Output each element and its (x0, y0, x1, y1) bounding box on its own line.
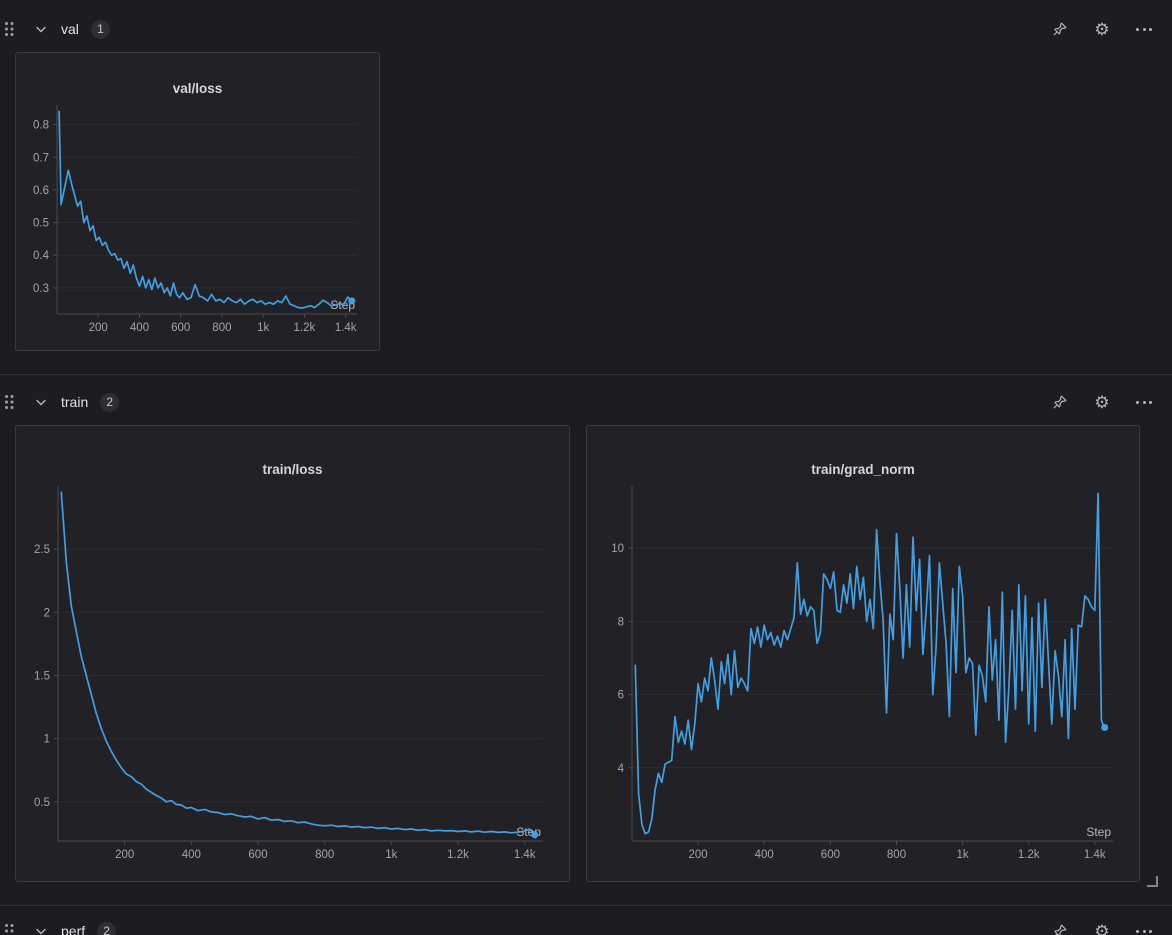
svg-text:200: 200 (89, 322, 108, 334)
svg-text:0.6: 0.6 (33, 185, 49, 197)
svg-text:1.2k: 1.2k (1018, 849, 1040, 861)
section-header-left: val 1 (5, 20, 110, 39)
svg-text:6: 6 (618, 690, 624, 702)
svg-text:4: 4 (618, 763, 625, 775)
pin-icon[interactable] (1051, 922, 1069, 935)
svg-text:2.5: 2.5 (34, 544, 50, 556)
svg-text:600: 600 (171, 322, 190, 334)
section-header-left: perf 2 (5, 922, 116, 935)
section-title-val: val (61, 21, 79, 37)
svg-text:8: 8 (618, 616, 624, 628)
chevron-down-icon[interactable] (35, 398, 47, 407)
section-header-actions: ⚙ (1051, 922, 1153, 935)
svg-text:1k: 1k (257, 322, 269, 334)
section-header-left: train 2 (5, 393, 119, 412)
svg-text:200: 200 (115, 849, 134, 861)
panel-val-loss[interactable]: val/loss 0.3 0.4 0.5 0.6 0.7 0.8 200 400 600 800 1… (15, 52, 380, 351)
chevron-down-icon[interactable] (35, 927, 47, 935)
gear-icon[interactable]: ⚙ (1093, 20, 1111, 38)
svg-text:600: 600 (821, 849, 840, 861)
drag-handle-icon[interactable] (5, 22, 14, 36)
svg-text:10: 10 (611, 543, 624, 555)
svg-text:1k: 1k (385, 849, 397, 861)
svg-text:1.2k: 1.2k (447, 849, 469, 861)
section-count-badge: 2 (100, 393, 119, 412)
gear-icon[interactable]: ⚙ (1093, 922, 1111, 935)
chart-title-train-grad-norm: train/grad_norm (587, 426, 1139, 480)
svg-text:400: 400 (182, 849, 201, 861)
section-header-perf: perf 2 ⚙ (0, 916, 1172, 935)
drag-handle-icon[interactable] (5, 924, 14, 935)
pin-icon[interactable] (1051, 393, 1069, 411)
svg-text:0.5: 0.5 (34, 797, 50, 809)
panel-train-loss[interactable]: train/loss 0.5 1 1.5 2 2.5 200 400 600 800 1k 1.2k… (15, 425, 570, 882)
section-title-train: train (61, 394, 88, 410)
svg-text:400: 400 (130, 322, 149, 334)
svg-text:800: 800 (315, 849, 334, 861)
svg-text:200: 200 (689, 849, 708, 861)
svg-text:0.3: 0.3 (33, 283, 49, 295)
gear-icon[interactable]: ⚙ (1093, 393, 1111, 411)
section-header-actions: ⚙ (1051, 20, 1153, 38)
svg-text:600: 600 (248, 849, 267, 861)
svg-text:1k: 1k (957, 849, 969, 861)
svg-text:1.5: 1.5 (34, 671, 50, 683)
svg-text:2: 2 (44, 607, 50, 619)
chevron-down-icon[interactable] (35, 25, 47, 34)
section-title-perf: perf (61, 923, 85, 935)
drag-handle-icon[interactable] (5, 395, 14, 409)
svg-text:0.5: 0.5 (33, 218, 49, 230)
svg-text:0.8: 0.8 (33, 120, 49, 132)
svg-text:400: 400 (755, 849, 774, 861)
section-divider (0, 374, 1172, 375)
chart-title-train-loss: train/loss (16, 426, 569, 480)
svg-text:1.4k: 1.4k (335, 322, 357, 334)
chart-train-loss: 0.511.522.52004006008001k1.2k1.4kStep (16, 480, 569, 881)
section-header-train: train 2 ⚙ (0, 387, 1172, 417)
chart-train-grad-norm: 4 6 8 10 200 400 600 800 1k 1.2k 1.4k Step (587, 480, 1139, 881)
svg-text:Step: Step (1086, 825, 1111, 839)
svg-text:1.2k: 1.2k (294, 322, 316, 334)
svg-text:0.4: 0.4 (33, 250, 50, 262)
ellipsis-icon[interactable] (1135, 20, 1153, 38)
section-count-badge: 1 (91, 20, 110, 39)
ellipsis-icon[interactable] (1135, 393, 1153, 411)
section-count-badge: 2 (97, 922, 116, 935)
section-header-actions: ⚙ (1051, 393, 1153, 411)
svg-text:800: 800 (212, 322, 231, 334)
section-divider (0, 905, 1172, 906)
section-resize-handle[interactable] (1147, 876, 1158, 887)
pin-icon[interactable] (1051, 20, 1069, 38)
chart-title-val-loss: val/loss (16, 53, 379, 99)
svg-text:800: 800 (887, 849, 906, 861)
panel-train-grad-norm[interactable]: train/grad_norm 4 6 8 10 200 400 600 800 1k 1.2k 1… (586, 425, 1140, 882)
svg-text:0.7: 0.7 (33, 152, 49, 164)
section-header-val: val 1 ⚙ (0, 14, 1172, 44)
chart-val-loss: 0.3 0.4 0.5 0.6 0.7 0.8 200 400 600 800 1k 1.2k 1.4k… (16, 99, 379, 350)
workspace: val 1 ⚙ val/loss 0.30.40.50.60.70.820040… (0, 0, 1172, 935)
ellipsis-icon[interactable] (1135, 922, 1153, 935)
svg-text:1.4k: 1.4k (514, 849, 536, 861)
svg-text:1.4k: 1.4k (1084, 849, 1106, 861)
svg-text:1: 1 (44, 734, 50, 746)
